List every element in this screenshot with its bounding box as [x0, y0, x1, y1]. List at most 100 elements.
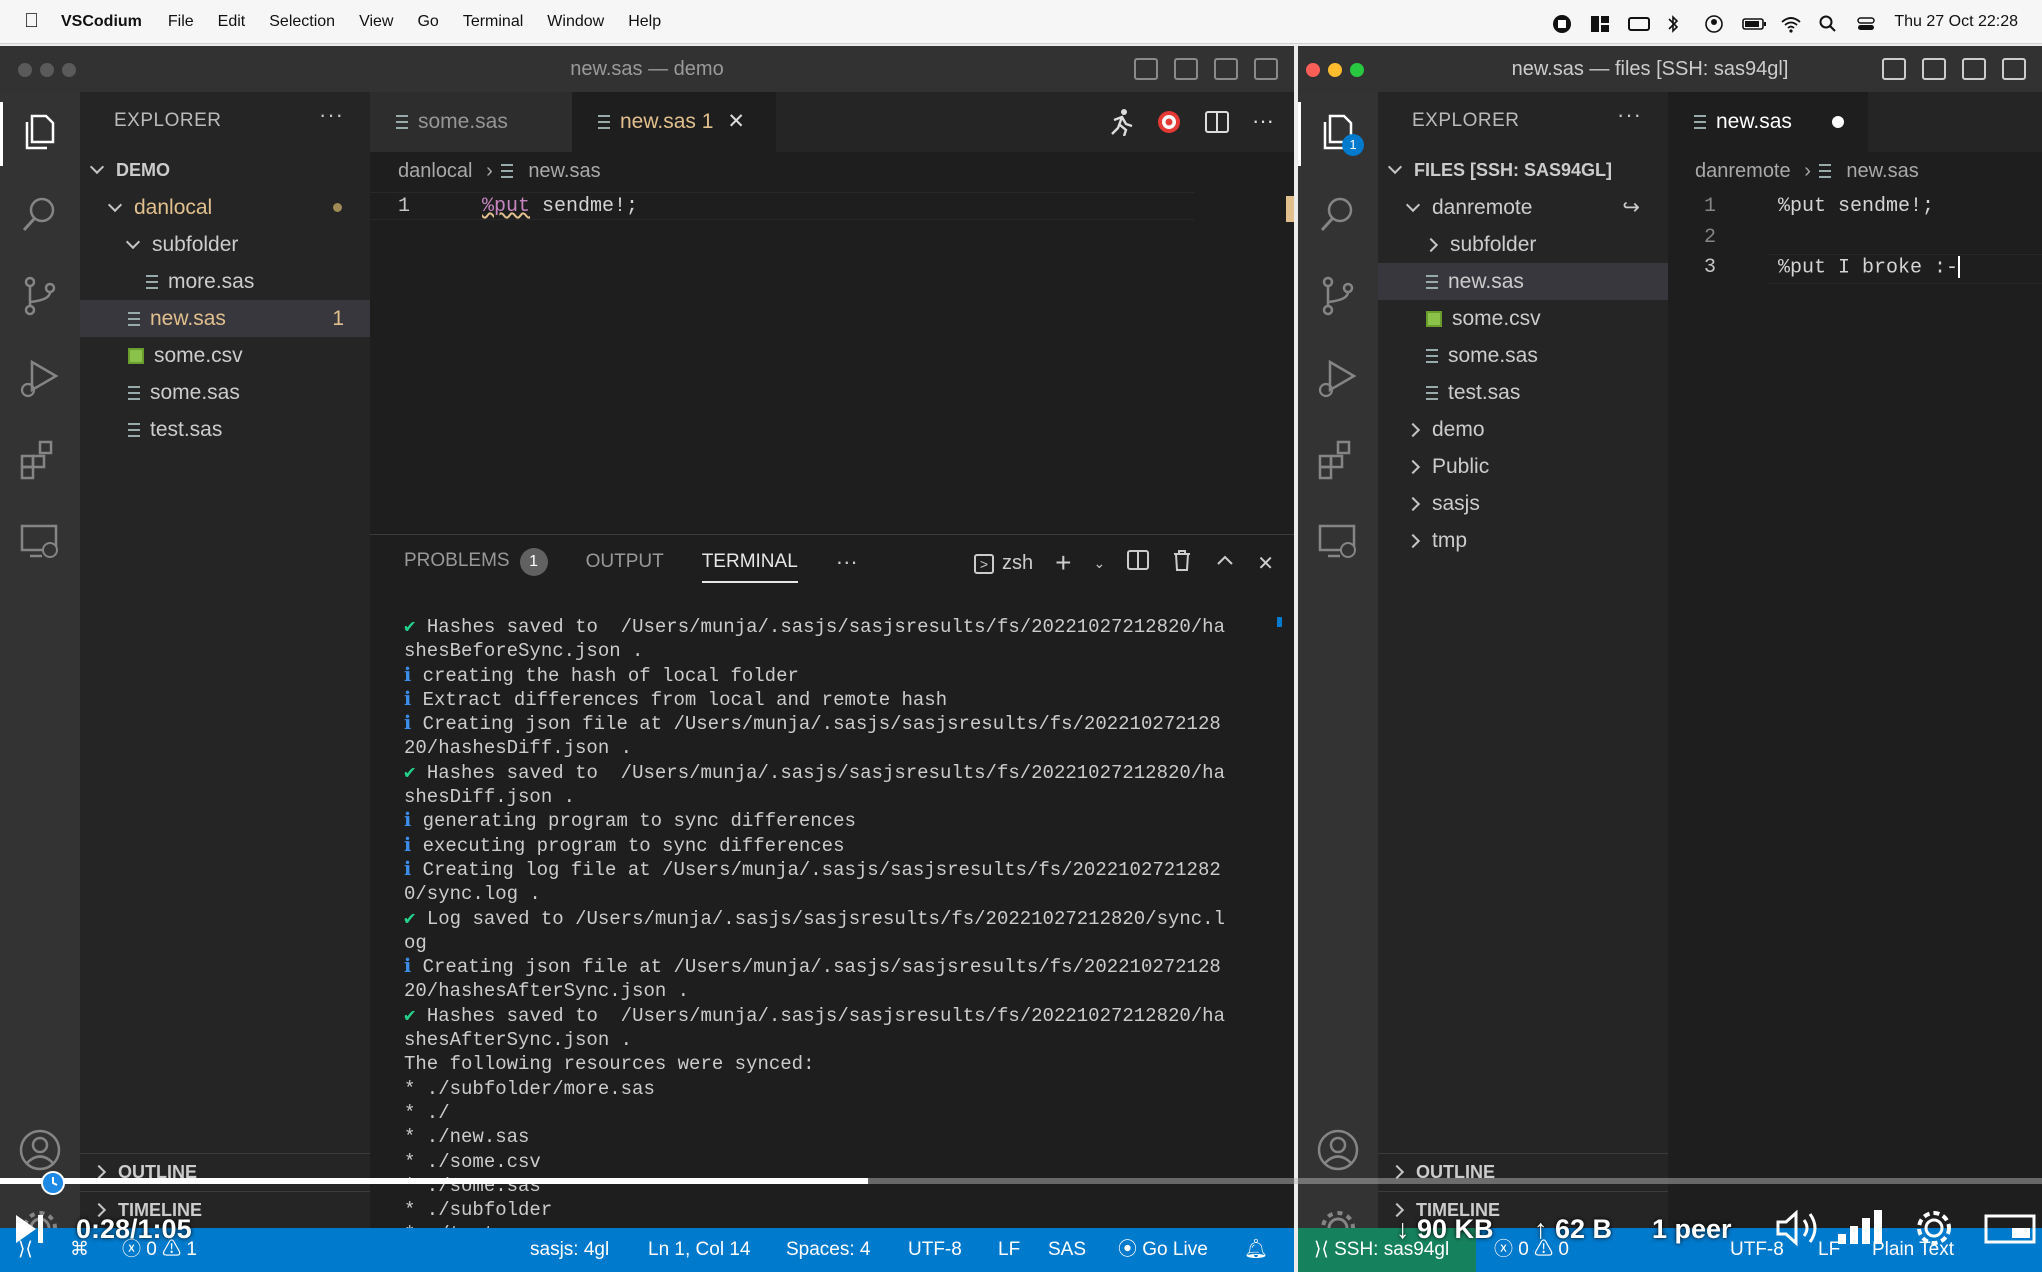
tree-item[interactable]: Public: [1378, 448, 1668, 485]
terminal-output[interactable]: ✔ Hashes saved to /Users/munja/.sasjs/sa…: [404, 615, 1225, 1247]
workspace-root[interactable]: FILES [SSH: SAS94GL]: [1378, 152, 1668, 189]
extensions-icon[interactable]: [18, 438, 62, 482]
close-window-button[interactable]: [1306, 63, 1320, 77]
terminal-scrollbar[interactable]: [1277, 617, 1282, 627]
breadcrumb-file[interactable]: new.sas: [1846, 160, 1918, 182]
menu-edit[interactable]: Edit: [218, 13, 246, 31]
menu-terminal[interactable]: Terminal: [463, 13, 523, 31]
volume-icon[interactable]: [1774, 1208, 1824, 1253]
menubar-clock[interactable]: Thu 27 Oct 22:28: [1894, 13, 2018, 31]
tab-output[interactable]: OUTPUT: [586, 551, 664, 573]
wifi-icon[interactable]: [1780, 14, 1801, 33]
tree-item[interactable]: some.sas: [80, 374, 370, 411]
accounts-icon[interactable]: [1316, 1128, 1360, 1172]
source-control-icon[interactable]: [18, 274, 62, 318]
bluetooth-icon[interactable]: [1666, 14, 1686, 33]
tree-item[interactable]: test.sas: [80, 411, 370, 448]
explorer-more-icon[interactable]: ···: [1617, 102, 1642, 128]
menu-help[interactable]: Help: [628, 13, 661, 31]
menu-selection[interactable]: Selection: [269, 13, 335, 31]
search-icon[interactable]: [1316, 192, 1360, 236]
toggle-secondary-sidebar-icon[interactable]: [1214, 58, 1238, 80]
split-editor-icon[interactable]: [1204, 108, 1230, 141]
code-editor[interactable]: 1 2 3 %put sendme!; %put I broke :-: [1668, 192, 2042, 892]
code-editor[interactable]: 1 %put sendme!;: [370, 192, 1294, 532]
unsaved-dot-icon[interactable]: [1831, 116, 1844, 128]
quality-bars-icon[interactable]: [1836, 1210, 1886, 1251]
toggle-secondary-sidebar-icon[interactable]: [1962, 58, 1986, 80]
menu-go[interactable]: Go: [417, 13, 438, 31]
search-icon[interactable]: [18, 192, 62, 236]
breadcrumb-file[interactable]: new.sas: [528, 160, 600, 182]
new-terminal-icon[interactable]: +: [1055, 547, 1071, 579]
close-tab-icon[interactable]: ✕: [727, 110, 745, 133]
minimize-window-button[interactable]: [1328, 63, 1342, 77]
menubar-app-name[interactable]: VSCodium: [61, 13, 142, 31]
workspace-root[interactable]: DEMO: [80, 152, 370, 189]
source-control-icon[interactable]: [1316, 274, 1360, 318]
apple-icon[interactable]: : [24, 10, 39, 33]
run-sasjs-icon[interactable]: [1108, 108, 1134, 141]
fullscreen-icon[interactable]: [1984, 1214, 2036, 1249]
extensions-icon[interactable]: [1316, 438, 1360, 482]
run-debug-icon[interactable]: [18, 356, 62, 400]
tab-new-sas[interactable]: new.sas 1 ✕: [572, 92, 776, 152]
remote-explorer-icon[interactable]: [18, 520, 62, 564]
tree-item[interactable]: subfolder: [80, 226, 370, 263]
tree-item[interactable]: new.sas: [1378, 263, 1668, 300]
tree-item[interactable]: subfolder: [1378, 226, 1668, 263]
tree-item[interactable]: danlocal: [80, 189, 370, 226]
keyboard-icon[interactable]: [1628, 14, 1651, 31]
explorer-more-icon[interactable]: ···: [319, 102, 344, 128]
explorer-icon[interactable]: 1: [1316, 110, 1364, 156]
window-manager-icon[interactable]: [1590, 14, 1610, 32]
maximize-panel-icon[interactable]: [1215, 550, 1235, 576]
tree-item[interactable]: some.csv: [80, 337, 370, 374]
toggle-sidebar-icon[interactable]: [1134, 58, 1158, 80]
tab-some-sas[interactable]: some.sas: [370, 92, 572, 152]
account-icon[interactable]: [1704, 14, 1724, 33]
tab-problems[interactable]: PROBLEMS 1: [404, 548, 548, 576]
menu-window[interactable]: Window: [547, 13, 604, 31]
tab-terminal[interactable]: TERMINAL: [701, 551, 798, 583]
target-icon[interactable]: [1156, 108, 1182, 141]
customize-layout-icon[interactable]: [2002, 58, 2026, 80]
settings-gear-icon[interactable]: [1914, 1208, 1954, 1253]
tree-item[interactable]: tmp: [1378, 522, 1668, 559]
video-progress-track[interactable]: [0, 1178, 2042, 1184]
tree-item[interactable]: demo: [1378, 411, 1668, 448]
battery-icon[interactable]: [1742, 14, 1767, 30]
explorer-icon[interactable]: [18, 110, 62, 154]
breadcrumb-folder[interactable]: danlocal: [398, 160, 473, 182]
tree-item[interactable]: sasjs: [1378, 485, 1668, 522]
breadcrumb-folder[interactable]: danremote: [1695, 160, 1791, 182]
tree-item[interactable]: some.sas: [1378, 337, 1668, 374]
tree-item[interactable]: more.sas: [80, 263, 370, 300]
record-stop-icon[interactable]: [1552, 14, 1572, 33]
zoom-window-button[interactable]: [62, 63, 76, 77]
control-center-icon[interactable]: [1856, 14, 1876, 30]
kill-terminal-icon[interactable]: [1171, 549, 1193, 577]
menu-view[interactable]: View: [359, 13, 393, 31]
accounts-icon[interactable]: [18, 1128, 62, 1172]
tree-item[interactable]: new.sas 1: [80, 300, 370, 337]
terminal-shell-selector[interactable]: > zsh: [973, 552, 1033, 575]
remote-explorer-icon[interactable]: [1316, 520, 1360, 564]
toggle-sidebar-icon[interactable]: [1882, 58, 1906, 80]
minimize-window-button[interactable]: [40, 63, 54, 77]
panel-more-icon[interactable]: ···: [836, 549, 858, 575]
tree-item[interactable]: danremote ↪: [1378, 189, 1668, 226]
customize-layout-icon[interactable]: [1254, 58, 1278, 80]
zoom-window-button[interactable]: [1350, 63, 1364, 77]
toggle-panel-icon[interactable]: [1922, 58, 1946, 80]
play-next-icon[interactable]: [12, 1212, 46, 1251]
tree-item[interactable]: test.sas: [1378, 374, 1668, 411]
tree-item[interactable]: some.csv: [1378, 300, 1668, 337]
run-debug-icon[interactable]: [1316, 356, 1360, 400]
tab-new-sas[interactable]: new.sas: [1668, 92, 1868, 152]
menu-file[interactable]: File: [168, 13, 194, 31]
toggle-panel-icon[interactable]: [1174, 58, 1198, 80]
close-window-button[interactable]: [18, 63, 32, 77]
terminal-dropdown-icon[interactable]: ⌄: [1094, 555, 1106, 572]
close-panel-icon[interactable]: ✕: [1257, 551, 1274, 576]
